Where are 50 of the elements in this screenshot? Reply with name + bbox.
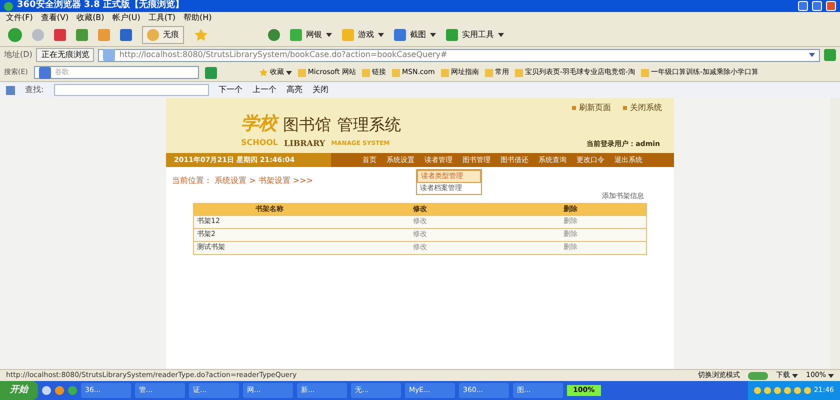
menu-item[interactable]: 帐户(U)	[112, 12, 140, 24]
button-label: 无痕	[163, 28, 179, 40]
menu-item[interactable]: 帮助(H)	[184, 12, 212, 24]
menu-item[interactable]: 工具(T)	[148, 12, 176, 24]
button-label: 截图	[410, 28, 426, 40]
toolbar-button[interactable]: 实用工具	[446, 28, 504, 40]
toolbar-button[interactable]: 游戏	[342, 28, 384, 40]
button-label: 实用工具	[462, 28, 494, 40]
bullet-icon	[572, 106, 576, 110]
banner-subtitle: SCHOOL	[241, 137, 278, 149]
scrollbar[interactable]	[830, 98, 840, 369]
menu-item[interactable]: 查看(V)	[40, 12, 69, 24]
caret-icon	[326, 32, 332, 36]
bullet-icon	[623, 106, 627, 110]
breadcrumb: 当前位置： 系统设置 > 书架设置 >>>	[172, 175, 313, 187]
minimize-button[interactable]	[798, 1, 808, 11]
banner-title: 管理系统	[337, 114, 401, 136]
start-button[interactable]: 开始	[0, 381, 38, 400]
find-button[interactable]: 高亮	[286, 84, 303, 96]
caret-icon	[378, 32, 384, 36]
toggle-icon[interactable]	[748, 372, 768, 380]
close-button[interactable]	[826, 1, 836, 11]
header-link[interactable]: 刷新页面	[579, 102, 611, 114]
header-link[interactable]: 关闭系统	[630, 102, 662, 114]
find-button[interactable]: 下一个	[218, 84, 243, 96]
toolbar-button[interactable]: 网银	[290, 28, 332, 40]
url-text: http://localhost:8080/StrutsLibrarySystem/bookCase.do?action=bookCaseQuery#	[119, 49, 448, 61]
incognito-button[interactable]: 无痕	[142, 26, 184, 44]
menu-item[interactable]: 收藏(B)	[76, 12, 104, 24]
caret-icon	[809, 53, 815, 57]
toolbar-button[interactable]: 截图	[394, 28, 436, 40]
button-label: 网银	[306, 28, 322, 40]
find-field[interactable]	[54, 84, 209, 96]
banner-subtitle: LIBRARY	[284, 137, 326, 149]
button-label: 游戏	[358, 28, 374, 40]
find-button[interactable]: 上一个	[252, 84, 277, 96]
caret-icon	[286, 70, 292, 74]
address-field[interactable]: http://localhost:8080/StrutsLibrarySystem/bookCase.do?action=bookCaseQuery#	[98, 48, 820, 62]
find-label: 查找:	[25, 84, 44, 96]
mode-badge: 正在无痕浏览	[36, 48, 94, 62]
banner-title: 学校	[241, 110, 277, 137]
address-label: 地址(D)	[4, 49, 32, 61]
menu-item[interactable]: 文件(F)	[6, 12, 33, 24]
maximize-button[interactable]	[812, 1, 822, 11]
star-icon	[258, 68, 268, 77]
star-icon[interactable]	[194, 28, 208, 42]
caret-icon	[430, 32, 436, 36]
caret-icon	[498, 32, 504, 36]
find-button[interactable]: 关闭	[312, 84, 329, 96]
banner-title: 图书馆	[283, 114, 331, 136]
